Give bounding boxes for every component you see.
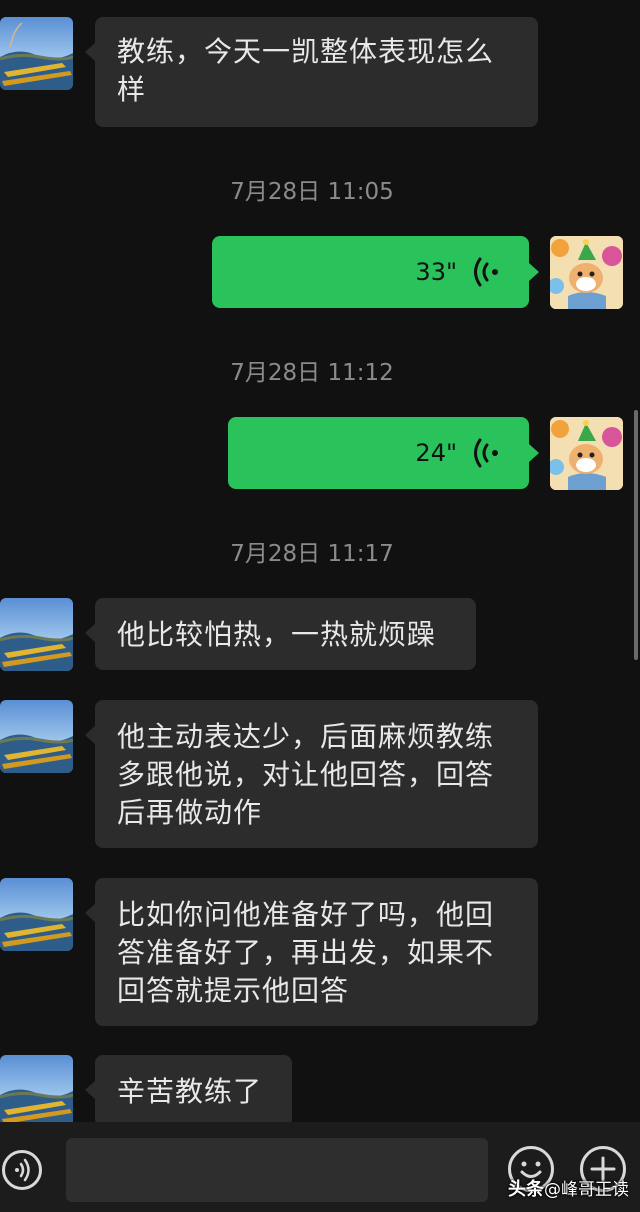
voice-duration: 33"	[415, 258, 457, 286]
message-bubble[interactable]: 他主动表达少，后面麻烦教练多跟他说，对让他回答，回答后再做动作	[85, 700, 538, 848]
voice-wave-icon	[474, 438, 498, 468]
contact-avatar[interactable]	[0, 700, 73, 773]
contact-avatar[interactable]	[0, 1055, 73, 1128]
contact-avatar[interactable]	[0, 878, 73, 951]
contact-avatar[interactable]	[0, 17, 73, 90]
message-text: 他主动表达少，后面麻烦教练多跟他说，对让他回答，回答后再做动作	[117, 720, 495, 829]
watermark: 头条@峰哥正读	[508, 1175, 629, 1201]
message-text: 比如你问他准备好了吗，他回答准备好了，再出发，如果不回答就提示他回答	[117, 898, 495, 1007]
my-avatar[interactable]	[550, 417, 623, 490]
message-bubble[interactable]: 比如你问他准备好了吗，他回答准备好了，再出发，如果不回答就提示他回答	[85, 878, 538, 1026]
message-input[interactable]	[66, 1138, 488, 1202]
watermark-text: @峰哥正读	[544, 1180, 629, 1200]
timestamp: 7月28日 11:17	[230, 541, 394, 567]
voice-message[interactable]: 33"	[212, 236, 539, 308]
message-bubble[interactable]: 他比较怕热，一热就烦躁	[85, 598, 476, 670]
timestamp: 7月28日 11:05	[230, 179, 394, 205]
scrollbar[interactable]	[634, 410, 638, 660]
my-avatar[interactable]	[550, 236, 623, 309]
voice-message[interactable]: 24"	[228, 417, 539, 489]
message-text: 教练，今天一凯整体表现怎么样	[117, 35, 495, 106]
message-text: 他比较怕热，一热就烦躁	[117, 618, 437, 651]
voice-duration: 24"	[415, 439, 457, 467]
message-text: 辛苦教练了	[117, 1075, 263, 1108]
message-bubble[interactable]: 辛苦教练了	[85, 1055, 292, 1127]
message-bubble[interactable]: 教练，今天一凯整体表现怎么样	[85, 17, 538, 127]
watermark-brand: 头条	[508, 1179, 544, 1200]
voice-wave-icon	[474, 257, 498, 287]
voice-input-icon[interactable]	[2, 1150, 42, 1190]
timestamp: 7月28日 11:12	[230, 360, 394, 386]
contact-avatar[interactable]	[0, 598, 73, 671]
